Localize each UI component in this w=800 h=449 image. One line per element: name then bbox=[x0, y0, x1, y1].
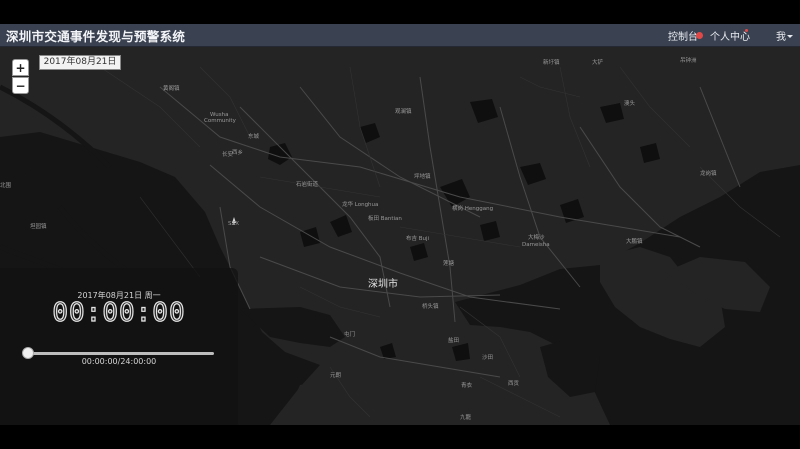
map-label-tsingyi: 青衣 bbox=[461, 383, 473, 389]
map-label-pingdi: 坪地镇 bbox=[414, 174, 431, 180]
playback-clock: 00:00:00 bbox=[52, 297, 186, 328]
map-label-city: 深圳市 bbox=[368, 279, 398, 290]
map-label-kowloon: 九龍 bbox=[460, 415, 472, 421]
map-label-henggang: 横岗 Henggang bbox=[452, 206, 494, 212]
map-label-longgang: 龙岗镇 bbox=[700, 171, 717, 177]
app-title: 深圳市交通事件发现与预警系统 bbox=[6, 29, 186, 44]
map-label-guanlan: 观澜镇 bbox=[395, 109, 412, 115]
map-label-beiwei: 北围 bbox=[0, 183, 12, 189]
map-label-longhua: 龙华 Longhua bbox=[342, 202, 379, 208]
current-date-display[interactable]: 2017年08月21日 bbox=[39, 55, 121, 70]
map-label-dachan: 大铲 bbox=[592, 60, 604, 66]
user-menu-toggle[interactable]: 我 bbox=[776, 28, 786, 43]
map-label-dameisha: 大梅沙 bbox=[528, 235, 545, 241]
playback-timeline-track[interactable] bbox=[24, 352, 214, 355]
map-label-dapeng: 大鹏镇 bbox=[626, 239, 643, 245]
map-label-bantian: 板田 Bantian bbox=[368, 216, 402, 222]
top-navbar: 深圳市交通事件发现与预警系统 控制台 个人中心 我 bbox=[0, 24, 800, 47]
map-label-dayawan: 澳头 bbox=[624, 101, 636, 107]
map-label-tuenmun: 屯门 bbox=[344, 332, 356, 338]
map-label-airport: SZX bbox=[228, 221, 240, 227]
map-label-yuenlong: 元朗 bbox=[330, 373, 342, 379]
map-label-huangge: 黄阁镇 bbox=[163, 86, 180, 92]
chevron-down-icon[interactable] bbox=[787, 35, 793, 38]
map-label-dameisha-en: Dameisha bbox=[522, 242, 550, 248]
playback-panel: 2017年08月21日 周一 00:00:00 00:00:00/24:00:0… bbox=[0, 268, 238, 425]
map-label-lianhua: 莲塘 bbox=[443, 261, 455, 267]
map-label-shiyan: 石岩街道 bbox=[296, 182, 319, 188]
map-label-yantian: 盐田 bbox=[448, 338, 460, 344]
map-label-community: Community bbox=[204, 118, 236, 124]
lantau-island bbox=[290, 377, 380, 425]
map-label-xixiang: 西乡 bbox=[232, 150, 244, 156]
zoom-out-button[interactable]: − bbox=[12, 77, 29, 94]
map-label-dongcheng: 东城 bbox=[248, 134, 260, 140]
app-frame: 深圳市交通事件发现与预警系统 控制台 个人中心 我 Wusha Communit… bbox=[0, 0, 800, 449]
map-label-qiaotou: 桥头镇 bbox=[422, 304, 439, 310]
map-label-tanyuan: 坦园镇 bbox=[30, 224, 47, 230]
map-label-tiuchungchau: 吊钟洲 bbox=[680, 58, 697, 64]
map-label-xinxu: 新圩镇 bbox=[543, 60, 560, 66]
zoom-in-button[interactable]: + bbox=[12, 59, 29, 76]
map-label-shatin: 沙田 bbox=[482, 355, 494, 361]
console-notification-badge bbox=[696, 32, 703, 39]
profile-notification-dot bbox=[745, 29, 748, 32]
playback-progress-text: 00:00:00/24:00:00 bbox=[81, 357, 157, 366]
nav-console-link[interactable]: 控制台 bbox=[668, 28, 698, 43]
nearby-island bbox=[398, 379, 440, 407]
map-label-buji: 布吉 Buji bbox=[406, 236, 430, 242]
map-label-saikung: 西贡 bbox=[508, 381, 520, 387]
nav-profile-link[interactable]: 个人中心 bbox=[710, 28, 750, 43]
